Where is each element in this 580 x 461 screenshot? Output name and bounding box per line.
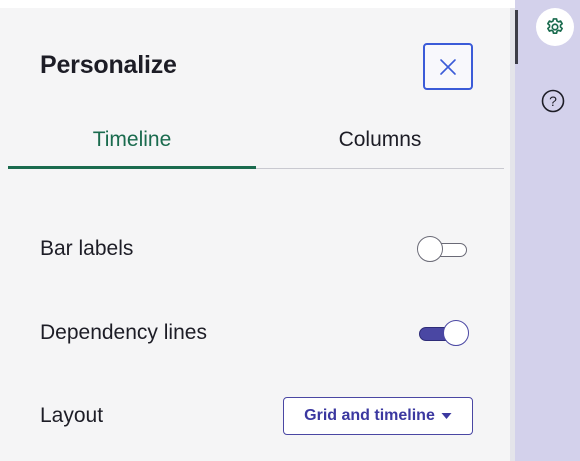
dependency-lines-label: Dependency lines [40,321,207,344]
dependency-lines-toggle[interactable] [417,320,469,346]
bar-labels-toggle[interactable] [417,236,469,262]
top-strip [0,0,515,8]
close-icon [440,58,456,75]
close-button[interactable] [423,43,473,90]
rail-active-indicator [515,10,518,64]
panel-title: Personalize [40,51,177,79]
bar-labels-label: Bar labels [40,237,134,260]
right-rail [515,0,580,461]
active-tab-underline [8,166,256,169]
personalize-page: ? Personalize Timeline Columns Bar label… [0,0,580,461]
caret-down-icon [441,413,452,419]
question-circle-icon: ? [541,89,565,113]
tab-underline [256,168,504,169]
layout-select[interactable]: Grid and timeline [283,397,473,435]
settings-rail-button[interactable] [536,8,574,46]
layout-label: Layout [40,404,104,427]
layout-select-value: Grid and timeline [304,407,435,424]
tab-columns[interactable]: Columns [256,128,504,168]
toggle-knob [443,320,469,346]
help-glyph: ? [549,93,557,109]
help-rail-button[interactable]: ? [538,86,568,116]
toggle-knob [417,236,443,262]
tab-timeline[interactable]: Timeline [8,128,256,168]
gear-icon [547,18,563,35]
